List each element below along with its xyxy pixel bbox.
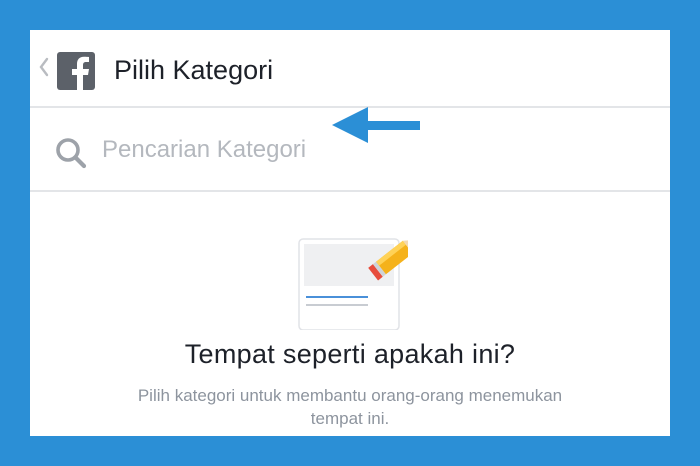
empty-state-description: Pilih kategori untuk membantu orang-oran…	[137, 386, 563, 428]
search-input[interactable]	[102, 130, 362, 170]
search-icon	[52, 135, 92, 171]
header-bar: Pilih Kategori	[30, 30, 670, 108]
page-title: Pilih Kategori	[114, 55, 274, 85]
arrow-left-icon	[332, 105, 422, 145]
empty-state-heading: Tempat seperti apakah ini?	[184, 339, 516, 369]
app-frame: Pilih Kategori Tempat seper	[30, 30, 670, 436]
document-pencil-icon	[298, 238, 418, 331]
chevron-left-icon[interactable]	[38, 54, 50, 80]
facebook-logo-icon	[57, 52, 95, 90]
